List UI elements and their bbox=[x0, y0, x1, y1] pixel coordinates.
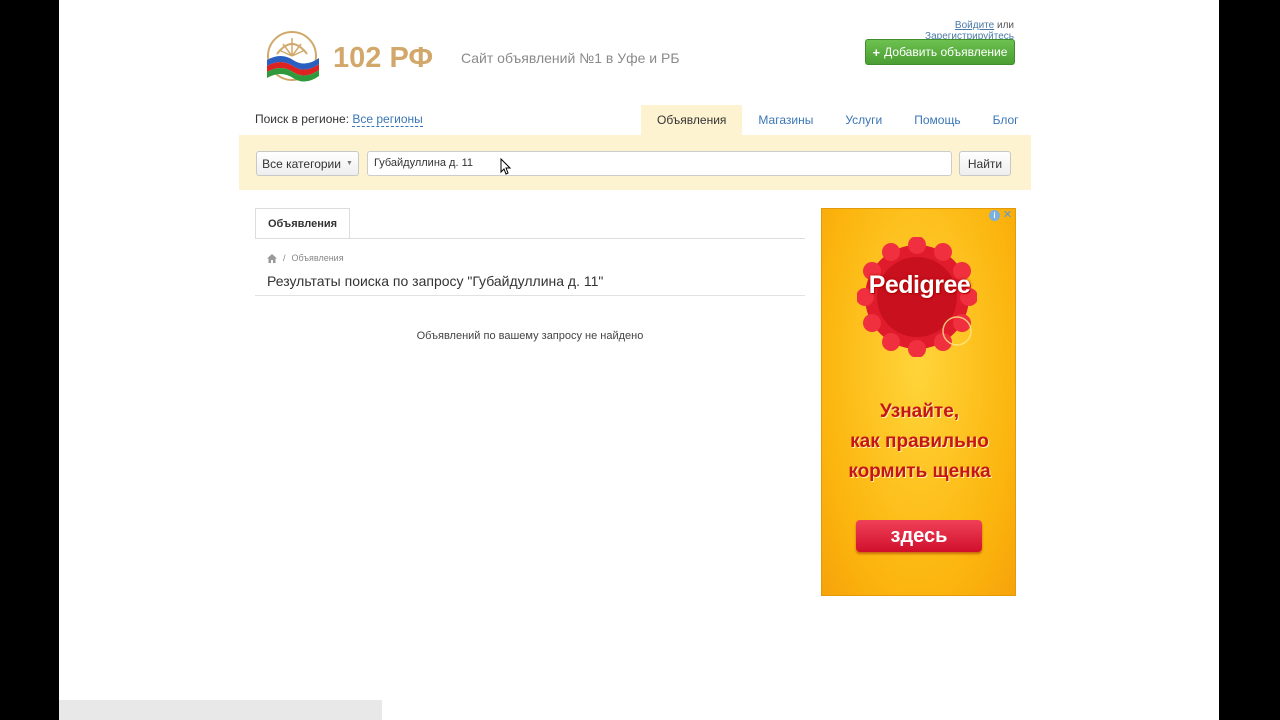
tab-services[interactable]: Услуги bbox=[829, 105, 898, 135]
screen-edge bbox=[1219, 0, 1280, 720]
ad-controls: i ✕ bbox=[989, 210, 1013, 221]
ad-cta-button[interactable]: здесь bbox=[856, 520, 982, 552]
taskbar-fragment bbox=[59, 700, 382, 720]
login-link[interactable]: Войдите bbox=[955, 20, 994, 31]
content-tab-listings[interactable]: Объявления bbox=[255, 208, 350, 239]
breadcrumb-item[interactable]: Объявления bbox=[292, 253, 344, 263]
region-selector: Поиск в регионе: Все регионы bbox=[255, 112, 423, 127]
info-icon[interactable]: i bbox=[989, 210, 1000, 221]
search-input[interactable]: Губайдуллина д. 11 bbox=[367, 151, 952, 176]
tab-shops[interactable]: Магазины bbox=[742, 105, 829, 135]
logo-text[interactable]: 102 РФ bbox=[333, 42, 433, 75]
text-cursor-icon bbox=[500, 158, 512, 175]
page-title: Результаты поиска по запросу "Губайдулли… bbox=[267, 273, 604, 289]
logo-emblem-icon bbox=[267, 31, 319, 82]
tab-help[interactable]: Помощь bbox=[898, 105, 976, 135]
or-text: или bbox=[996, 20, 1014, 31]
tab-listings[interactable]: Объявления bbox=[641, 105, 743, 135]
main-nav: Объявления Магазины Услуги Помощь Блог bbox=[641, 105, 1035, 135]
breadcrumb: / Объявления bbox=[267, 253, 344, 263]
plus-icon: + bbox=[872, 44, 881, 60]
empty-results-message: Объявлений по вашему запросу не найдено bbox=[416, 330, 644, 342]
ad-line: как правильно bbox=[850, 431, 989, 452]
ad-headline: Узнайте, как правильно кормить щенка bbox=[822, 397, 1015, 487]
divider bbox=[255, 295, 805, 296]
ad-line: кормить щенка bbox=[848, 461, 991, 482]
find-button[interactable]: Найти bbox=[959, 151, 1011, 176]
ad-banner[interactable]: i ✕ Pedigree Узнайте, как правильно корм… bbox=[821, 208, 1016, 596]
home-icon[interactable] bbox=[267, 253, 277, 263]
divider bbox=[255, 238, 805, 239]
tab-blog[interactable]: Блог bbox=[977, 105, 1035, 135]
add-listing-button[interactable]: + Добавить объявление bbox=[865, 39, 1015, 65]
breadcrumb-separator: / bbox=[283, 253, 286, 263]
chevron-down-icon: ▼ bbox=[345, 160, 353, 167]
add-listing-label: Добавить объявление bbox=[884, 45, 1008, 59]
region-label: Поиск в регионе: bbox=[255, 112, 350, 126]
ad-line: Узнайте, bbox=[879, 401, 960, 422]
close-icon[interactable]: ✕ bbox=[1002, 210, 1013, 221]
category-dropdown[interactable]: Все категории ▼ bbox=[256, 151, 359, 176]
browser-page bbox=[59, 0, 1219, 720]
ad-brand-logo: Pedigree bbox=[868, 271, 971, 299]
category-label: Все категории bbox=[262, 156, 341, 171]
region-link[interactable]: Все регионы bbox=[352, 112, 423, 127]
site-tagline: Сайт объявлений №1 в Уфе и РБ bbox=[461, 50, 680, 66]
